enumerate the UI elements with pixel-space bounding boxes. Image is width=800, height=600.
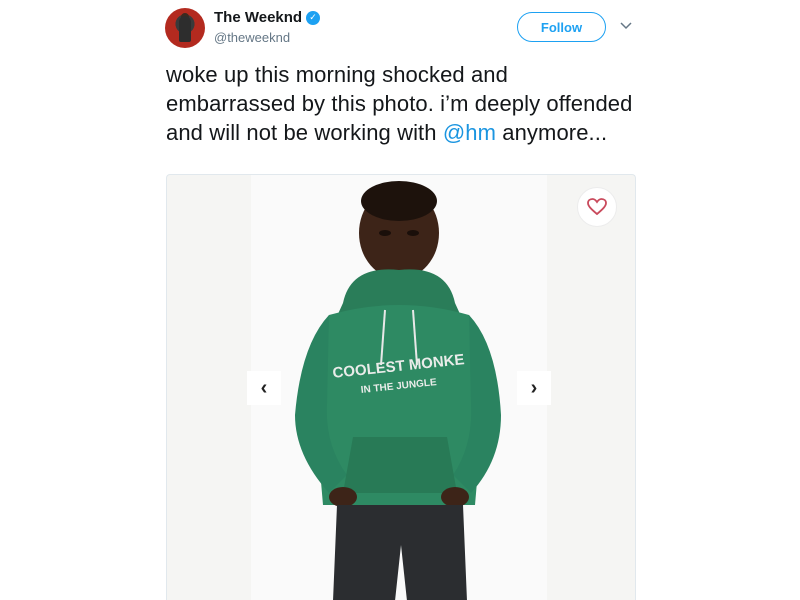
child-hair [361, 181, 437, 221]
follow-button[interactable]: Follow [517, 12, 606, 42]
child-eye-left [379, 230, 391, 236]
tweet-media[interactable]: COOLEST MONKE IN THE JUNGLE ‹ › [166, 174, 636, 600]
hoodie-pocket [343, 437, 457, 493]
user-handle[interactable]: @theweeknd [214, 30, 290, 45]
child-eye-right [407, 230, 419, 236]
hand-left [329, 487, 357, 507]
chevron-down-icon[interactable] [618, 18, 634, 34]
avatar[interactable] [165, 8, 205, 48]
heart-icon[interactable] [577, 187, 617, 227]
product-photo[interactable]: COOLEST MONKE IN THE JUNGLE [251, 175, 547, 600]
carousel-next-button[interactable]: › [517, 371, 551, 405]
jeans [333, 505, 467, 600]
avatar-figure [179, 16, 191, 42]
user-name-row[interactable]: The Weeknd ✓ [214, 9, 321, 26]
hand-right [441, 487, 469, 507]
tweet-card: The Weeknd ✓ @theweeknd Follow woke up t… [140, 0, 660, 600]
mention-link[interactable]: @hm [443, 120, 496, 145]
tweet-text-tail: anymore... [496, 120, 608, 145]
carousel-prev-button[interactable]: ‹ [247, 371, 281, 405]
display-name[interactable]: The Weeknd [214, 9, 302, 26]
tweet-text: woke up this morning shocked and embarra… [166, 60, 636, 147]
verified-badge-icon: ✓ [306, 10, 321, 25]
photo-illustration: COOLEST MONKE IN THE JUNGLE [295, 181, 501, 600]
